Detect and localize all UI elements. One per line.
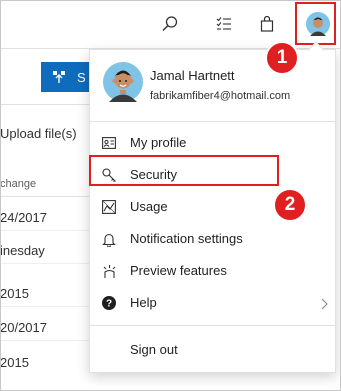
table-header-divider bbox=[0, 196, 96, 197]
menu-item-help[interactable]: ? Help bbox=[90, 287, 335, 319]
upload-files-text[interactable]: Upload file(s) bbox=[0, 126, 77, 141]
menu-item-label: Usage bbox=[130, 199, 168, 214]
profile-email: fabrikamfiber4@hotmail.com bbox=[150, 90, 291, 102]
upload-icon bbox=[53, 71, 65, 83]
menu-item-notification-settings[interactable]: Notification settings bbox=[90, 223, 335, 255]
shopping-bag-icon[interactable] bbox=[256, 13, 278, 35]
menu-item-label: Help bbox=[130, 295, 157, 310]
menu-item-label: My profile bbox=[130, 135, 187, 150]
background-divider bbox=[0, 104, 96, 105]
profile-name: Jamal Hartnett bbox=[150, 68, 235, 83]
table-cell-date: 2015 bbox=[0, 286, 29, 301]
menu-divider bbox=[90, 325, 335, 326]
chevron-right-icon bbox=[320, 297, 328, 310]
step-badge-2: 2 bbox=[273, 188, 307, 222]
sign-out-label: Sign out bbox=[130, 342, 178, 357]
menu-divider bbox=[90, 121, 335, 122]
security-highlight-box bbox=[89, 155, 279, 186]
table-cell-date: 24/2017 bbox=[0, 210, 47, 225]
search-icon[interactable] bbox=[159, 13, 181, 35]
table-cell-date: inesday bbox=[0, 243, 45, 258]
background-action-label: S bbox=[77, 69, 86, 85]
top-bar bbox=[0, 0, 341, 49]
table-row-divider bbox=[0, 263, 96, 264]
sign-out-button[interactable]: Sign out bbox=[90, 334, 335, 366]
menu-item-preview-features[interactable]: Preview features bbox=[90, 255, 335, 287]
table-row-divider bbox=[0, 230, 96, 231]
menu-item-label: Preview features bbox=[130, 263, 227, 278]
help-icon: ? bbox=[101, 295, 117, 311]
table-cell-date: 2015 bbox=[0, 355, 29, 370]
svg-text:?: ? bbox=[106, 299, 112, 310]
table-cell-date: 20/2017 bbox=[0, 320, 47, 335]
bell-icon bbox=[101, 231, 117, 247]
preview-features-icon bbox=[101, 263, 117, 279]
menu-item-label: Notification settings bbox=[130, 231, 243, 246]
column-header-change: change bbox=[0, 178, 37, 190]
profile-avatar bbox=[103, 62, 143, 102]
task-list-icon[interactable] bbox=[213, 13, 235, 35]
table-row-divider bbox=[0, 306, 96, 307]
avatar-highlight-box bbox=[295, 2, 336, 45]
contact-card-icon bbox=[101, 135, 117, 151]
step-badge-1: 1 bbox=[265, 41, 299, 75]
usage-icon bbox=[101, 199, 117, 215]
table-row-divider bbox=[0, 340, 96, 341]
